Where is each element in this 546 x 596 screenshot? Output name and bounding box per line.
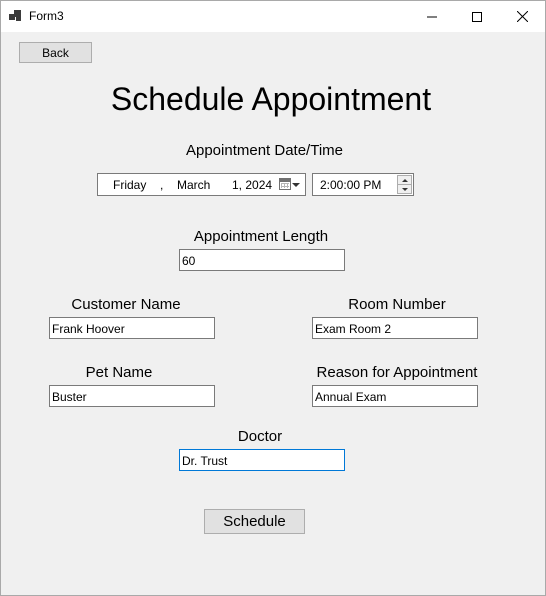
arrow-up-icon	[401, 178, 408, 182]
arrow-down-icon	[401, 188, 408, 191]
spin-up-button[interactable]	[398, 176, 411, 185]
appointment-date-picker[interactable]: Friday , March 1, 2024	[97, 173, 306, 196]
reason-label: Reason for Appointment	[316, 364, 478, 381]
date-date-year[interactable]: 1, 2024	[232, 178, 272, 192]
maximize-button[interactable]	[454, 1, 500, 32]
room-number-field[interactable]: Exam Room 2	[312, 317, 478, 339]
title-bar[interactable]: Form3	[1, 1, 545, 32]
chevron-down-icon[interactable]	[292, 183, 300, 187]
maximize-icon	[472, 11, 482, 22]
date-month[interactable]: March	[177, 178, 210, 192]
close-button[interactable]	[499, 1, 545, 32]
calendar-icon[interactable]	[279, 178, 291, 190]
reason-field[interactable]: Annual Exam	[312, 385, 478, 407]
doctor-label: Doctor	[237, 428, 283, 445]
date-day[interactable]: Friday	[113, 178, 146, 192]
minimize-button[interactable]	[409, 1, 455, 32]
spin-down-button[interactable]	[398, 185, 411, 194]
pet-name-label: Pet Name	[85, 364, 153, 381]
appointment-length-field[interactable]: 60	[179, 249, 345, 271]
time-value[interactable]: 2:00:00 PM	[320, 178, 381, 192]
time-spinner[interactable]	[397, 175, 412, 194]
close-icon	[516, 11, 528, 22]
form-window: Form3 Back Schedule Appointment Appointm…	[0, 0, 546, 596]
window-title: Form3	[29, 9, 64, 23]
doctor-field[interactable]: Dr. Trust	[179, 449, 345, 471]
date-separator: ,	[160, 178, 164, 192]
back-button[interactable]: Back	[19, 42, 92, 63]
appointment-length-label: Appointment Length	[193, 228, 329, 245]
room-number-label: Room Number	[348, 296, 446, 313]
appointment-datetime-label: Appointment Date/Time	[185, 142, 344, 159]
customer-name-label: Customer Name	[71, 296, 181, 313]
appointment-time-picker[interactable]: 2:00:00 PM	[312, 173, 414, 196]
minimize-icon	[427, 16, 437, 17]
app-form-icon	[9, 10, 23, 22]
pet-name-field[interactable]: Buster	[49, 385, 215, 407]
customer-name-field[interactable]: Frank Hoover	[49, 317, 215, 339]
schedule-button[interactable]: Schedule	[204, 509, 305, 534]
page-title: Schedule Appointment	[110, 81, 432, 117]
